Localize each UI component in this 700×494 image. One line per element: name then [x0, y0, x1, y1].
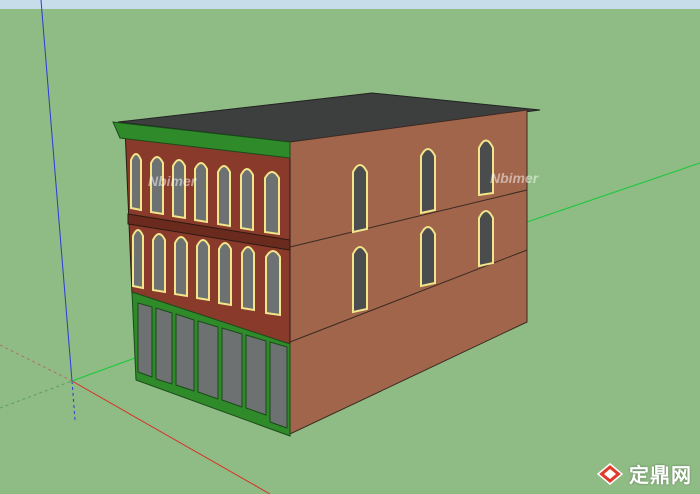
front-window [217, 165, 231, 228]
side-window [478, 210, 494, 268]
site-watermark-label: 定鼎网 [629, 463, 692, 487]
front-window [130, 153, 142, 212]
diamond-logo-icon [597, 462, 623, 485]
blue-axis-dashed [71, 380, 76, 421]
front-window [241, 246, 255, 312]
nbimer-watermark-left: Nbimer [148, 173, 198, 189]
nbimer-watermark-right: Nbimer [490, 170, 540, 186]
side-window [352, 164, 368, 234]
front-window [264, 171, 280, 236]
side-window [352, 246, 368, 314]
front-window [265, 250, 281, 317]
red-axis-dashed [0, 344, 73, 382]
sketchup-viewport[interactable]: Nbimer Nbimer 定鼎网 [0, 0, 700, 494]
front-window [132, 229, 144, 290]
side-window [420, 148, 436, 215]
blue-axis [40, 0, 73, 382]
green-axis-dashed [0, 380, 73, 409]
front-window [196, 239, 210, 302]
front-window [194, 162, 208, 224]
front-window [152, 233, 166, 294]
front-window [172, 159, 186, 220]
front-window [240, 168, 254, 232]
green-axis [71, 357, 136, 382]
model-canvas[interactable]: Nbimer Nbimer [0, 0, 700, 494]
side-window [478, 139, 494, 197]
side-window [420, 226, 436, 288]
site-watermark: 定鼎网 [597, 459, 692, 488]
front-window [218, 242, 232, 307]
front-window [174, 236, 188, 298]
green-axis-far [526, 162, 700, 223]
